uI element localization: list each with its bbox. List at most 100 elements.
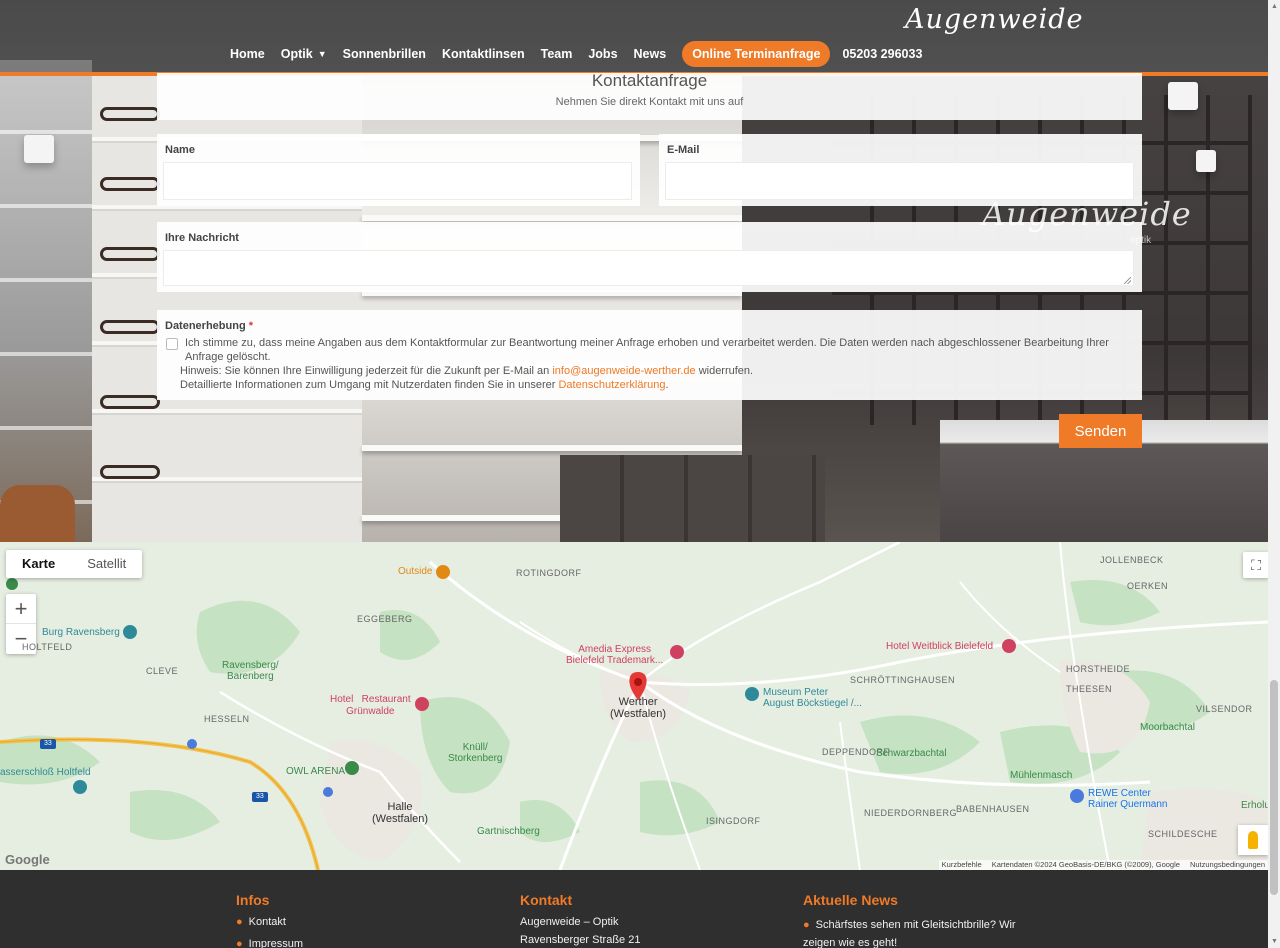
consent-label: Datenerhebung *	[165, 320, 253, 332]
map-label-niederdornberg: NIEDERDORNBERG	[864, 808, 958, 818]
privacy-policy-link[interactable]: Datenschutzerklärung	[558, 379, 665, 391]
map-attribution: Kurzbefehle Kartendaten ©2024 GeoBasis-D…	[938, 860, 1268, 870]
message-textarea[interactable]	[163, 250, 1134, 286]
footer-news-item[interactable]: ● Schärfstes sehen mit Gleitsichtbrille? …	[803, 916, 1023, 948]
map-label-rotingdorf: ROTINGDORF	[516, 568, 582, 578]
google-logo[interactable]: Google	[5, 852, 50, 867]
map-label-rewe[interactable]: REWE Center Rainer Quermann	[1088, 788, 1167, 810]
nav-jobs[interactable]: Jobs	[588, 47, 617, 61]
consent-info-prefix: Detaillierte Informationen zum Umgang mi…	[180, 379, 556, 391]
site-footer: Infos ● Kontakt ● Impressum Kontakt Augenw…	[0, 870, 1268, 948]
map-tab-satellit[interactable]: Satellit	[71, 550, 142, 578]
fullscreen-icon[interactable]: ⛶	[1243, 552, 1268, 578]
map-label-halle: Halle (Westfalen)	[372, 801, 429, 825]
nav-news[interactable]: News	[634, 47, 667, 61]
google-map[interactable]: Karte Satellit + − ⛶ Google Kurzbefehle …	[0, 542, 1268, 870]
terms-link[interactable]: Nutzungsbedingungen	[1190, 860, 1265, 870]
site-logo[interactable]: Augenweide	[905, 4, 1084, 35]
required-marker: *	[248, 320, 254, 332]
nav-home[interactable]: Home	[230, 47, 265, 61]
footer-link-impressum[interactable]: ● Impressum	[236, 938, 303, 948]
nav-sonnenbrillen[interactable]: Sonnenbrillen	[343, 47, 426, 61]
nav-optik-label: Optik	[280, 47, 313, 61]
map-label-owl-arena[interactable]: OWL ARENA	[286, 766, 345, 777]
map-label-outside[interactable]: Outside	[398, 566, 432, 577]
street-view-pegman-icon[interactable]	[1238, 825, 1268, 855]
nav-optik[interactable]: Optik ▼	[281, 47, 327, 61]
map-data-credit: Kartendaten ©2024 GeoBasis-DE/BKG (©2009…	[991, 860, 1180, 869]
map-label-knuell: Knüll/ Storkenberg	[448, 742, 503, 764]
bullet-icon: ●	[236, 916, 243, 928]
site-header: Augenweide Home Optik ▼ Sonnenbrillen Kon…	[0, 0, 1268, 76]
map-road-33-b: 33	[256, 793, 264, 800]
form-heading-panel: Kontaktanfrage Nehmen Sie direkt Kontakt…	[157, 71, 1142, 120]
footer-street: Ravensberger Straße 21	[520, 934, 641, 946]
footer-news-item-label: Schärfstes sehen mit Gleitsichtbrille? W…	[803, 919, 1016, 948]
online-appointment-button[interactable]: Online Terminanfrage	[682, 41, 831, 67]
nav-team[interactable]: Team	[541, 47, 573, 61]
message-field-group: Ihre Nachricht	[157, 222, 1142, 292]
map-label-oerken: OERKEN	[1127, 581, 1169, 591]
map-label-vilsendorf: VILSENDOR	[1196, 704, 1253, 714]
map-label-werther: Werther (Westfalen)	[610, 696, 667, 720]
map-label-burg-ravensberg[interactable]: Burg Ravensberg	[42, 627, 120, 638]
map-label-amedia[interactable]: Amedia Express Bielefeld Trademark...	[566, 644, 663, 666]
consent-hint-suffix: widerrufen.	[698, 365, 754, 377]
map-label-isingdorf: ISINGDORF	[706, 816, 761, 826]
scrollbar-thumb[interactable]	[1270, 680, 1278, 895]
phone-link[interactable]: 05203 296033	[842, 47, 922, 61]
footer-link-kontakt-label: Kontakt	[248, 916, 286, 928]
consent-info-suffix: .	[665, 379, 669, 391]
send-button[interactable]: Senden	[1059, 414, 1142, 448]
map-label-wasserschloss[interactable]: asserschloß Holtfeld	[0, 767, 91, 778]
map-label-babenhausen: BABENHAUSEN	[956, 804, 1030, 814]
consent-text: Ich stimme zu, dass meine Angaben aus de…	[180, 336, 1120, 392]
map-label-erholung: Erholu	[1241, 800, 1268, 811]
consent-info: Detaillierte Informationen zum Umgang mi…	[180, 378, 1120, 392]
email-field-group: E-Mail	[659, 134, 1142, 206]
map-road-33-a: 33	[44, 740, 52, 747]
map-label-jollenbeck: JOLLENBECK	[1100, 555, 1164, 565]
map-label-theesen: THEESEN	[1066, 684, 1113, 694]
bullet-icon: ●	[803, 919, 810, 931]
map-label-schroettinghausen: SCHRÖTTINGHAUSEN	[850, 675, 956, 685]
scroll-down-icon[interactable]: ▼	[1271, 938, 1278, 945]
nav-kontaktlinsen[interactable]: Kontaktlinsen	[442, 47, 525, 61]
map-label-moorbachtal: Moorbachtal	[1140, 722, 1196, 733]
name-input[interactable]	[163, 162, 632, 200]
consent-hint: Hinweis: Sie können Ihre Einwilligung je…	[180, 364, 1120, 378]
resize-handle-icon[interactable]	[1124, 277, 1131, 284]
zoom-in-button[interactable]: +	[6, 594, 36, 624]
map-label-hotel-gruenwalde[interactable]: Hotel Restaurant Grünwalde	[330, 694, 411, 718]
page-scrollbar[interactable]: ▲ ▼	[1268, 0, 1280, 948]
footer-link-kontakt[interactable]: ● Kontakt	[236, 916, 286, 928]
form-title: Kontaktanfrage	[591, 71, 708, 90]
map-label-muehlenmasch: Mühlenmasch	[1010, 770, 1073, 781]
map-tab-karte[interactable]: Karte	[6, 550, 71, 578]
map-label-weitblick[interactable]: Hotel Weitblick Bielefeld	[886, 641, 993, 652]
consent-email-link[interactable]: info@augenweide-werther.de	[552, 365, 695, 377]
map-label-ravensberg: Ravensberg/ Barenberg	[222, 660, 279, 682]
keyboard-shortcuts-link[interactable]: Kurzbefehle	[942, 860, 982, 870]
email-input[interactable]	[665, 162, 1134, 200]
main-nav: Home Optik ▼ Sonnenbrillen Kontaktlinsen …	[230, 40, 938, 68]
footer-kontakt-title: Kontakt	[520, 892, 573, 908]
footer-company-name: Augenweide – Optik	[520, 916, 619, 928]
map-label-horstheide: HORSTHEIDE	[1066, 664, 1131, 674]
consent-group: Datenerhebung * Ich stimme zu, dass mein…	[157, 310, 1142, 400]
name-label: Name	[165, 144, 195, 156]
map-label-schildesche: SCHILDESCHE	[1148, 829, 1218, 839]
footer-news-title: Aktuelle News	[803, 892, 898, 908]
map-label-museum[interactable]: Museum Peter August Böckstiegel /...	[763, 687, 862, 709]
map-label-eggeberg: EGGEBERG	[357, 614, 413, 624]
consent-hint-prefix: Hinweis: Sie können Ihre Einwilligung je…	[180, 365, 550, 377]
scroll-up-icon[interactable]: ▲	[1271, 3, 1278, 10]
email-label: E-Mail	[667, 144, 700, 156]
name-field-group: Name	[157, 134, 640, 206]
footer-infos-title: Infos	[236, 892, 270, 908]
footer-link-impressum-label: Impressum	[248, 938, 304, 948]
consent-checkbox[interactable]	[166, 338, 178, 350]
map-label-hesseln: HESSELN	[204, 714, 250, 724]
consent-statement: Ich stimme zu, dass meine Angaben aus de…	[185, 337, 1109, 363]
map-label-gartnischberg: Gartnischberg	[477, 826, 540, 837]
